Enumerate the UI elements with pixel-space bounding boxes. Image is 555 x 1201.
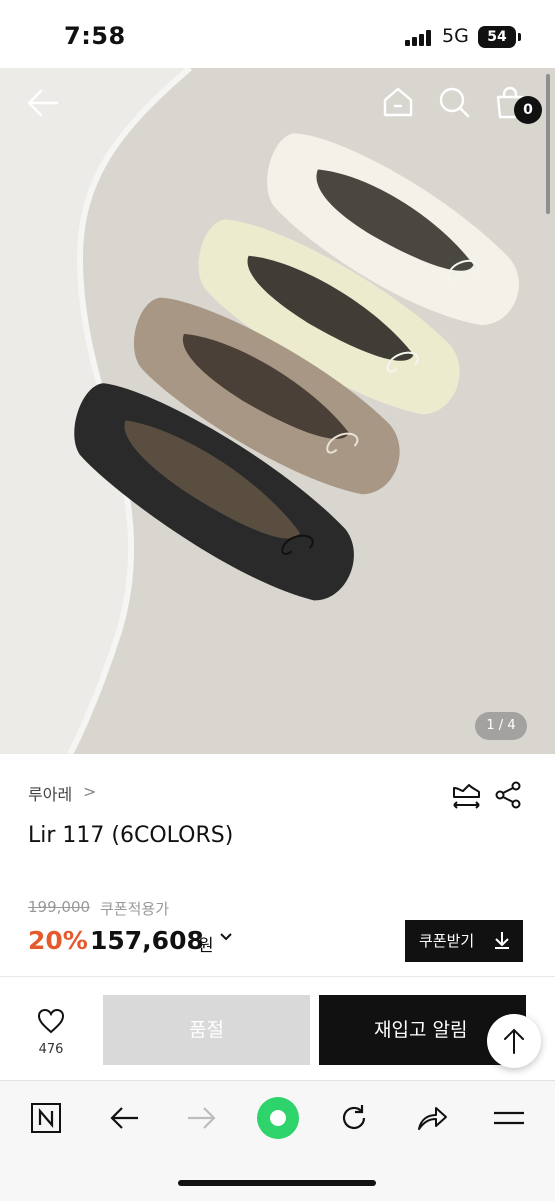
- cart-count-badge: 0: [514, 96, 542, 124]
- image-pager: 1 / 4: [475, 712, 527, 740]
- chevron-right-icon: >: [83, 782, 97, 801]
- browser-back-button[interactable]: [102, 1099, 146, 1137]
- naver-icon: [31, 1103, 61, 1133]
- scroll-to-top-button[interactable]: [487, 1014, 541, 1068]
- browser-forward-button[interactable]: [180, 1099, 224, 1137]
- battery-icon: 54: [478, 26, 516, 48]
- original-price: 199,000: [28, 898, 91, 916]
- search-button[interactable]: [438, 86, 470, 122]
- heart-icon: [37, 1008, 65, 1034]
- status-time: 7:58: [64, 22, 126, 50]
- home-button[interactable]: [382, 86, 414, 122]
- green-dot-button[interactable]: [255, 1095, 301, 1141]
- download-icon: [495, 932, 509, 949]
- shoe-size-icon: [453, 784, 480, 809]
- refresh-button[interactable]: [332, 1099, 376, 1137]
- share-icon: [495, 781, 521, 809]
- network-type: 5G: [442, 25, 469, 47]
- back-arrow-icon: [110, 1107, 138, 1129]
- status-bar: 7:58 5G 54: [0, 0, 555, 68]
- sale-price: 157,608: [90, 926, 204, 955]
- get-coupon-button[interactable]: 쿠폰받기: [405, 920, 523, 962]
- coupon-price-label: 쿠폰적용가: [100, 900, 170, 918]
- divider: [0, 976, 555, 977]
- menu-icon: [494, 1111, 524, 1125]
- get-coupon-label: 쿠폰받기: [419, 932, 475, 950]
- product-name: Lir 117 (6COLORS): [28, 823, 234, 848]
- currency-label[interactable]: 원: [198, 931, 214, 956]
- share-button[interactable]: [495, 781, 523, 813]
- product-photo: [0, 68, 555, 754]
- share-arrow-icon: [418, 1107, 447, 1130]
- home-indicator: [178, 1180, 376, 1186]
- home-icon: [383, 87, 413, 117]
- chevron-down-icon[interactable]: [219, 930, 233, 948]
- green-dot-icon: [257, 1097, 299, 1139]
- naver-home-button[interactable]: [24, 1099, 68, 1137]
- soldout-button: 품절: [103, 995, 310, 1065]
- signal-icon: [405, 30, 435, 46]
- refresh-icon: [342, 1105, 366, 1130]
- size-guide-button[interactable]: [449, 780, 483, 814]
- forward-arrow-icon: [188, 1107, 216, 1129]
- arrow-left-icon: [27, 89, 59, 117]
- search-icon: [439, 87, 470, 118]
- discount-rate: 20%: [28, 926, 88, 955]
- arrow-up-icon: [504, 1028, 524, 1054]
- like-button[interactable]: [26, 1008, 76, 1038]
- back-button[interactable]: [26, 88, 60, 122]
- scrollbar[interactable]: [546, 74, 550, 214]
- product-image[interactable]: 1 / 4: [0, 68, 555, 754]
- battery-tip: [518, 33, 521, 41]
- menu-button[interactable]: [487, 1099, 531, 1137]
- like-count: 476: [38, 1042, 64, 1057]
- brand-link[interactable]: 루아레: [28, 781, 72, 805]
- browser-share-button[interactable]: [410, 1099, 454, 1137]
